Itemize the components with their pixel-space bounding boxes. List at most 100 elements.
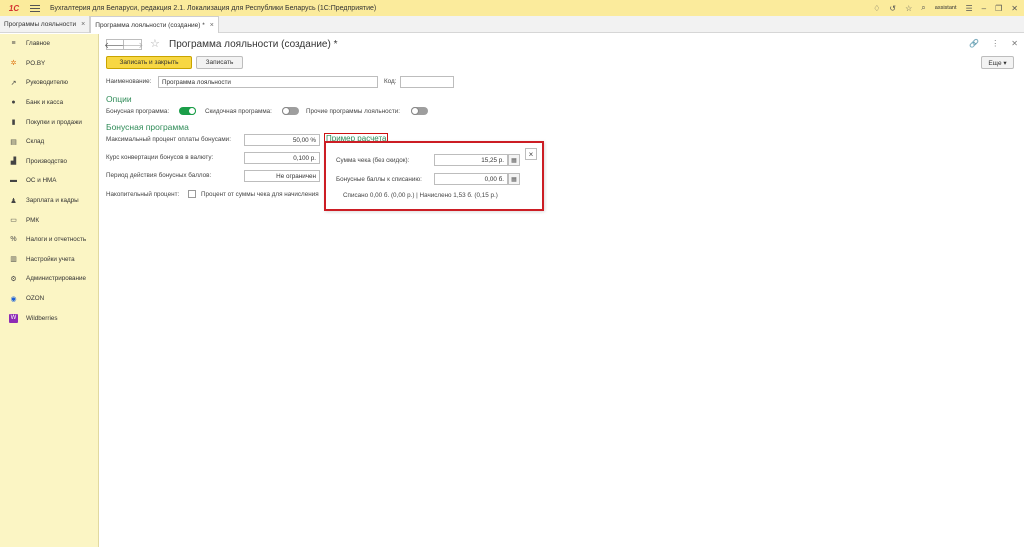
calculator-icon[interactable]: ▦: [508, 173, 520, 185]
bonus-section-title: Бонусная программа: [106, 122, 189, 132]
notifications-icon[interactable]: ♢: [873, 4, 880, 13]
close-tab-icon[interactable]: ×: [81, 21, 85, 28]
menu-icon[interactable]: [30, 3, 40, 14]
tab-loyalty-program-create[interactable]: Программа лояльности (создание) * ×: [90, 16, 219, 33]
sidebar-item-manager[interactable]: ↗ Руководителю: [0, 73, 98, 93]
sidebar-item-label: Зарплата и кадры: [26, 197, 79, 205]
sidebar-item-label: Налоги и отчетность: [26, 236, 87, 244]
sidebar-item-admin[interactable]: ⚙ Администрирование: [0, 269, 98, 289]
max-percent-label: Максимальный процент оплаты бонусами:: [106, 136, 231, 143]
sidebar-item-label: Банк и касса: [26, 99, 64, 107]
save-button[interactable]: Записать: [196, 56, 243, 69]
max-percent-field[interactable]: 50,00 %: [244, 134, 320, 146]
sidebar-item-label: Администрирование: [26, 275, 87, 283]
percent-icon: %: [10, 236, 17, 244]
warehouse-icon: ▤: [10, 138, 17, 146]
bonus-writeoff-label: Бонусные баллы к списанию:: [336, 176, 422, 183]
bonus-program-toggle[interactable]: [179, 107, 196, 115]
pos-icon: ▭: [10, 217, 17, 225]
close-form-icon[interactable]: ✕: [1011, 39, 1018, 48]
bonus-period-label: Период действия бонусных баллов:: [106, 172, 212, 179]
person-icon: ♟: [10, 197, 17, 205]
forward-button[interactable]: 🡒: [122, 39, 143, 50]
user-name[interactable]: assistant: [935, 5, 957, 11]
options-section-title: Опции: [106, 94, 132, 104]
save-and-close-button[interactable]: Записать и закрыть: [106, 56, 192, 69]
bank-icon: ●: [11, 99, 16, 107]
conversion-rate-field[interactable]: 0,100 р.: [244, 152, 320, 164]
bonus-period-field[interactable]: Не ограничен: [244, 170, 320, 182]
title-bar: 1С Бухгалтерия для Беларуси, редакция 2.…: [0, 0, 1024, 16]
toggle-knob: [188, 107, 196, 115]
link-icon[interactable]: 🔗: [969, 39, 979, 48]
sidebar-item-label: Главное: [26, 40, 51, 48]
ozon-icon: ◉: [10, 295, 17, 303]
sidebar-item-warehouse[interactable]: ▤ Склад: [0, 132, 98, 152]
sidebar-item-accounting-settings[interactable]: ▥ Настройки учета: [0, 250, 98, 270]
example-calculation-popup: × Сумма чека (без скидок): 15,25 р. ▦ Бо…: [324, 141, 544, 211]
sidebar-item-label: Настройки учета: [26, 255, 75, 263]
sidebar: ≡ Главное ✲ PO.BY ↗ Руководителю ● Банк и ка…: [0, 34, 99, 547]
header-icons: 🔗 ⋮ ✕: [969, 39, 1018, 48]
minimize-icon[interactable]: –: [982, 4, 986, 13]
sidebar-item-taxes[interactable]: % Налоги и отчетность: [0, 230, 98, 250]
sidebar-item-salary[interactable]: ♟ Зарплата и кадры: [0, 191, 98, 211]
other-programs-toggle[interactable]: [411, 107, 428, 115]
gear-icon: ⚙: [10, 275, 17, 283]
other-programs-label: Прочие программы лояльности:: [306, 108, 400, 115]
popup-close-button[interactable]: ×: [525, 148, 537, 160]
tab-loyalty-programs[interactable]: Программы лояльности ×: [0, 16, 91, 33]
poby-icon: ✲: [10, 60, 17, 68]
bonus-writeoff-field[interactable]: 0,00 б.: [434, 173, 508, 185]
close-icon[interactable]: ✕: [1011, 4, 1018, 13]
favorite-star-icon[interactable]: ☆: [150, 37, 160, 50]
sidebar-item-label: Производство: [26, 157, 68, 165]
sidebar-item-wildberries[interactable]: W Wildberries: [0, 308, 98, 328]
sidebar-item-sales[interactable]: ▮ Покупки и продажи: [0, 112, 98, 132]
trend-icon: ↗: [10, 79, 17, 87]
titlebar-tools: ♢ ↺ ☆ ⌕ assistant ☰ – ❐ ✕: [873, 0, 1018, 16]
code-field[interactable]: [400, 76, 454, 88]
tab-label: Программа лояльности (создание) *: [95, 21, 205, 29]
discount-program-toggle[interactable]: [282, 107, 299, 115]
more-button[interactable]: Еще ▾: [981, 56, 1014, 69]
sidebar-item-production[interactable]: ▟ Производство: [0, 152, 98, 172]
check-sum-field[interactable]: 15,25 р.: [434, 154, 508, 166]
sidebar-item-pos[interactable]: ▭ РМК: [0, 210, 98, 230]
accumulative-percent-checkbox[interactable]: [188, 190, 196, 198]
calculation-result: Списано 0,00 б. (0,00 р.) | Начислено 1,…: [343, 192, 498, 199]
page-title: Программа лояльности (создание) *: [169, 39, 338, 50]
settings-doc-icon: ▥: [10, 256, 17, 264]
sidebar-item-label: Склад: [26, 138, 45, 146]
list-icon: ≡: [11, 40, 16, 48]
favorites-icon[interactable]: ☆: [905, 4, 912, 13]
bonus-program-label: Бонусная программа:: [106, 108, 170, 115]
sidebar-item-label: OZON: [26, 295, 45, 303]
sidebar-item-poby[interactable]: ✲ PO.BY: [0, 54, 98, 74]
sidebar-item-label: PO.BY: [26, 59, 46, 67]
conversion-rate-label: Курс конвертации бонусов в валюту:: [106, 154, 214, 161]
app-title: Бухгалтерия для Беларуси, редакция 2.1. …: [50, 4, 377, 12]
sidebar-item-ozon[interactable]: ◉ OZON: [0, 289, 98, 309]
history-icon[interactable]: ↺: [889, 4, 896, 13]
wildberries-icon: W: [9, 313, 18, 323]
search-icon[interactable]: ⌕: [921, 3, 925, 13]
accumulative-percent-label: Накопительный процент:: [106, 191, 180, 198]
check-sum-label: Сумма чека (без скидок):: [336, 157, 410, 164]
main-content: 🡐 🡒 ☆ Программа лояльности (создание) * …: [100, 34, 1024, 547]
calculator-icon[interactable]: ▦: [508, 154, 520, 166]
close-tab-icon[interactable]: ×: [210, 22, 214, 29]
cart-icon: ▮: [11, 119, 16, 127]
sidebar-item-main[interactable]: ≡ Главное: [0, 34, 98, 54]
discount-program-label: Скидочная программа:: [205, 108, 272, 115]
restore-icon[interactable]: ❐: [995, 4, 1002, 13]
sidebar-item-label: ОС и НМА: [26, 177, 57, 185]
truck-icon: ▬: [10, 177, 17, 185]
sidebar-item-assets[interactable]: ▬ ОС и НМА: [0, 171, 98, 191]
sidebar-item-bank[interactable]: ● Банк и касса: [0, 93, 98, 113]
factory-icon: ▟: [10, 158, 17, 166]
settings-icon[interactable]: ☰: [966, 4, 973, 13]
tab-bar: Программы лояльности × Программа лояльно…: [0, 16, 1024, 33]
name-field[interactable]: Программа лояльности: [158, 76, 378, 88]
more-menu-icon[interactable]: ⋮: [991, 39, 999, 48]
